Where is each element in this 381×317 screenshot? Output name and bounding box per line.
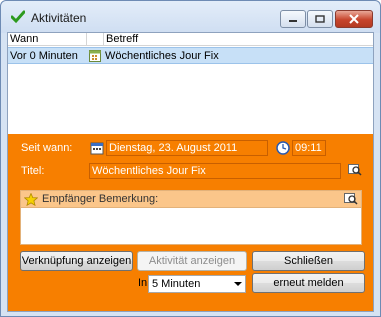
maximize-button[interactable]: [307, 10, 333, 28]
bemerkung-header: Empfänger Bemerkung:: [20, 190, 362, 208]
details-panel: Seit wann: Dienstag, 23. August 2011 09:…: [8, 134, 373, 311]
bemerkung-label: Empfänger Bemerkung:: [42, 193, 159, 205]
schliessen-button[interactable]: Schließen: [252, 251, 365, 271]
minimize-button[interactable]: [280, 10, 306, 28]
snooze-duration-select[interactable]: 5 Minuten: [148, 275, 246, 293]
column-header-wann[interactable]: Wann: [8, 33, 87, 46]
seit-wann-label: Seit wann:: [21, 142, 73, 154]
star-icon: [24, 193, 38, 206]
column-header-icon[interactable]: [87, 33, 104, 46]
snooze-selected-value: 5 Minuten: [152, 278, 201, 290]
calendar-icon[interactable]: [90, 141, 104, 155]
window-content: Wann Betreff Vor 0 Minuten Wöchentliches…: [7, 32, 374, 312]
window-title: Aktivitäten: [31, 11, 87, 25]
bemerkung-textarea[interactable]: [20, 207, 362, 245]
list-row[interactable]: Vor 0 Minuten Wöchentliches Jour Fix: [8, 47, 373, 64]
clock-icon[interactable]: [276, 141, 290, 155]
chevron-down-icon: [234, 282, 242, 286]
title-bar[interactable]: Aktivitäten: [1, 1, 380, 33]
row-wann: Vor 0 Minuten: [10, 50, 78, 62]
list-header: Wann Betreff: [8, 33, 373, 46]
time-field[interactable]: 09:11: [292, 140, 326, 156]
close-icon: [349, 14, 359, 24]
column-header-betreff[interactable]: Betreff: [104, 33, 373, 46]
close-button[interactable]: [335, 10, 373, 28]
calendar-icon: [89, 50, 101, 62]
maximize-icon: [315, 15, 325, 23]
search-icon[interactable]: [348, 163, 362, 177]
search-icon[interactable]: [344, 192, 358, 206]
row-betreff: Wöchentliches Jour Fix: [105, 50, 219, 62]
titel-field[interactable]: Wöchentliches Jour Fix: [89, 163, 341, 179]
activities-window: Aktivitäten Wann Betreff Vor 0 Minuten W…: [0, 0, 381, 317]
titel-label: Titel:: [21, 165, 45, 177]
checkmark-icon: [11, 10, 25, 24]
verknuepfung-anzeigen-button[interactable]: Verknüpfung anzeigen: [20, 251, 133, 271]
erneut-melden-button[interactable]: erneut melden: [252, 273, 365, 293]
date-field[interactable]: Dienstag, 23. August 2011: [106, 140, 268, 156]
aktivitaet-anzeigen-button[interactable]: Aktivität anzeigen: [137, 251, 247, 271]
in-label: In: [138, 277, 148, 289]
activity-list[interactable]: Wann Betreff Vor 0 Minuten Wöchentliches…: [8, 33, 373, 134]
minimize-icon: [289, 20, 297, 22]
